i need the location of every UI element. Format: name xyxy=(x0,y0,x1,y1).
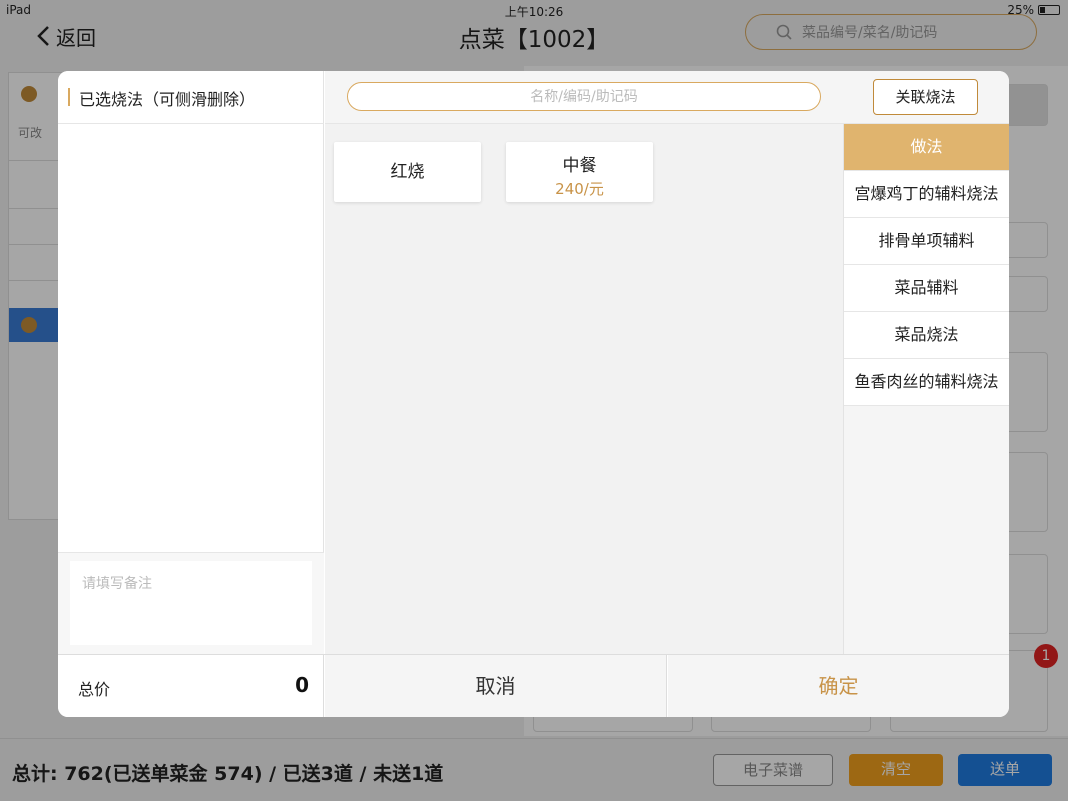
note-input[interactable] xyxy=(70,561,312,645)
category-item-paigu[interactable]: 排骨单项辅料 xyxy=(844,218,1009,265)
category-item-dish-method[interactable]: 菜品烧法 xyxy=(844,312,1009,359)
selected-methods-header: 已选烧法（可侧滑删除） xyxy=(58,71,324,124)
method-card-hongshao[interactable]: 红烧 xyxy=(334,142,481,202)
method-price: 240/元 xyxy=(555,180,604,198)
total-price-value: 0 xyxy=(295,673,309,697)
category-item-zuofa[interactable]: 做法 xyxy=(844,124,1009,171)
method-category-list: 做法 宫爆鸡丁的辅料烧法 排骨单项辅料 菜品辅料 菜品烧法 鱼香肉丝的辅料烧法 xyxy=(843,124,1009,654)
link-methods-button[interactable]: 关联烧法 xyxy=(873,79,978,115)
cancel-button[interactable]: 取消 xyxy=(325,655,667,717)
selected-methods-title: 已选烧法（可侧滑删除） xyxy=(79,90,256,109)
category-item-gongbao[interactable]: 宫爆鸡丁的辅料烧法 xyxy=(844,171,1009,218)
confirm-button[interactable]: 确定 xyxy=(668,655,1009,717)
selected-methods-panel: 已选烧法（可侧滑删除） xyxy=(58,71,324,654)
cooking-method-dialog: 已选烧法（可侧滑删除） 关联烧法 红烧 中餐 240/元 做法 宫爆鸡丁的辅料烧… xyxy=(58,71,1009,717)
method-name: 中餐 xyxy=(562,156,597,176)
method-name: 红烧 xyxy=(390,162,425,182)
total-price-label: 总价 xyxy=(78,680,111,699)
dialog-footer: 总价 0 取消 确定 xyxy=(58,654,1009,717)
category-item-yuxiang[interactable]: 鱼香肉丝的辅料烧法 xyxy=(844,359,1009,406)
note-area xyxy=(58,552,324,654)
method-search-bar: 关联烧法 xyxy=(325,71,1009,124)
method-search-input[interactable] xyxy=(347,82,821,111)
method-card-zhongcan[interactable]: 中餐 240/元 xyxy=(506,142,653,202)
accent-bar xyxy=(68,88,70,106)
category-item-dish-side[interactable]: 菜品辅料 xyxy=(844,265,1009,312)
method-grid: 红烧 中餐 240/元 xyxy=(325,124,843,654)
total-price: 总价 0 xyxy=(58,655,324,717)
